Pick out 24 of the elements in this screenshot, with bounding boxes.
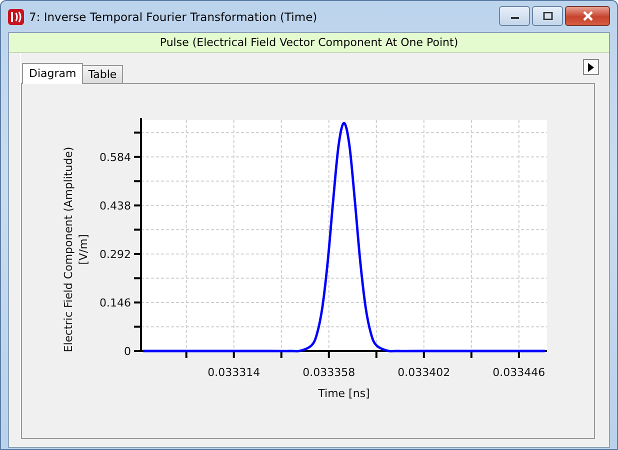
- x-tick-label: 0.033358: [302, 366, 356, 379]
- y-tick-label: 0.146: [100, 296, 131, 310]
- arrow-right-icon: [588, 62, 594, 72]
- maximize-button[interactable]: [532, 6, 563, 26]
- y-tick-label: 0.292: [100, 248, 131, 261]
- app-icon: [8, 8, 24, 24]
- x-tick-label: 0.033446: [492, 366, 546, 379]
- window-title: 7: Inverse Temporal Fourier Transformation (Time): [29, 10, 318, 24]
- minimize-button[interactable]: [499, 6, 530, 26]
- tab[interactable]: Diagram: [22, 63, 84, 84]
- close-icon: [582, 11, 594, 21]
- y-axis-title: Electric Field Component (Amplitude): [62, 146, 75, 352]
- chart-title: Pulse (Electrical Field Vector Component At One Point): [9, 33, 609, 53]
- maximize-icon: [542, 12, 552, 20]
- x-tick-label: 0.033314: [208, 366, 260, 379]
- x-tick-label: 0.033402: [398, 366, 450, 379]
- y-axis-title: [V/m]: [77, 234, 90, 265]
- tab[interactable]: Table: [82, 65, 123, 83]
- y-tick-label: 0: [124, 345, 131, 358]
- x-axis-title: Time [ns]: [318, 387, 370, 400]
- scroll-right-button[interactable]: [583, 59, 599, 75]
- close-button[interactable]: [565, 6, 610, 26]
- y-tick-label: 0.584: [100, 150, 131, 164]
- y-tick-label: 0.438: [100, 199, 131, 212]
